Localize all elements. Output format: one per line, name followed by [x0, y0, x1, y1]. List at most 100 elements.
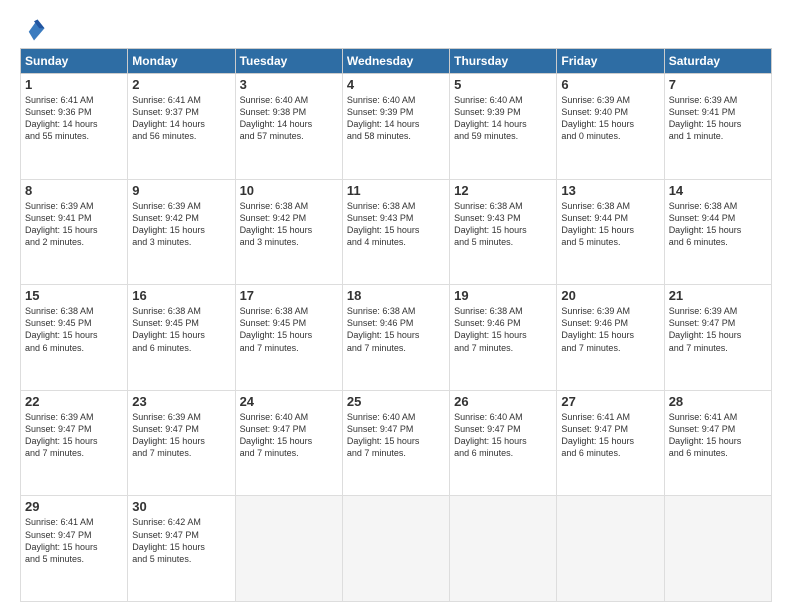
calendar-cell: 2 Sunrise: 6:41 AMSunset: 9:37 PMDaylight…: [128, 74, 235, 180]
calendar-table: SundayMondayTuesdayWednesdayThursdayFrid…: [20, 48, 772, 602]
day-number: 18: [347, 288, 445, 303]
cell-info: Sunrise: 6:38 AMSunset: 9:44 PMDaylight:…: [669, 200, 767, 249]
day-number: 14: [669, 183, 767, 198]
day-number: 5: [454, 77, 552, 92]
calendar-cell: 9 Sunrise: 6:39 AMSunset: 9:42 PMDaylight…: [128, 179, 235, 285]
calendar-header-monday: Monday: [128, 49, 235, 74]
day-number: 2: [132, 77, 230, 92]
calendar-cell: 11Sunrise: 6:38 AMSunset: 9:43 PMDayligh…: [342, 179, 449, 285]
cell-info: Sunrise: 6:38 AMSunset: 9:45 PMDaylight:…: [240, 305, 338, 354]
cell-info: Sunrise: 6:39 AMSunset: 9:47 PMDaylight:…: [132, 411, 230, 460]
calendar-cell: 12 Sunrise: 6:38 AMSunset: 9:43 PMDayligh…: [450, 179, 557, 285]
cell-info: Sunrise: 6:40 AMSunset: 9:39 PMDaylight:…: [347, 94, 445, 143]
day-number: 7: [669, 77, 767, 92]
cell-info: Sunrise: 6:40 AMSunset: 9:38 PMDaylight:…: [240, 94, 338, 143]
calendar-cell: 6 Sunrise: 6:39 AMSunset: 9:40 PMDaylight…: [557, 74, 664, 180]
calendar-header-tuesday: Tuesday: [235, 49, 342, 74]
day-number: 9: [132, 183, 230, 198]
calendar-cell: 27Sunrise: 6:41 AMSunset: 9:47 PMDayligh…: [557, 390, 664, 496]
calendar-week-4: 22 Sunrise: 6:39 AMSunset: 9:47 PMDayligh…: [21, 390, 772, 496]
cell-info: Sunrise: 6:38 AMSunset: 9:45 PMDaylight:…: [132, 305, 230, 354]
day-number: 15: [25, 288, 123, 303]
calendar-cell: [664, 496, 771, 602]
calendar-cell: 7Sunrise: 6:39 AMSunset: 9:41 PMDaylight…: [664, 74, 771, 180]
day-number: 3: [240, 77, 338, 92]
cell-info: Sunrise: 6:38 AMSunset: 9:43 PMDaylight:…: [454, 200, 552, 249]
day-number: 29: [25, 499, 123, 514]
day-number: 21: [669, 288, 767, 303]
calendar-cell: 16 Sunrise: 6:38 AMSunset: 9:45 PMDayligh…: [128, 285, 235, 391]
calendar-cell: 13 Sunrise: 6:38 AMSunset: 9:44 PMDayligh…: [557, 179, 664, 285]
day-number: 27: [561, 394, 659, 409]
cell-info: Sunrise: 6:41 AMSunset: 9:36 PMDaylight:…: [25, 94, 123, 143]
calendar-cell: 25 Sunrise: 6:40 AMSunset: 9:47 PMDayligh…: [342, 390, 449, 496]
day-number: 25: [347, 394, 445, 409]
calendar-cell: 8Sunrise: 6:39 AMSunset: 9:41 PMDaylight…: [21, 179, 128, 285]
day-number: 13: [561, 183, 659, 198]
day-number: 12: [454, 183, 552, 198]
calendar-cell: 23 Sunrise: 6:39 AMSunset: 9:47 PMDayligh…: [128, 390, 235, 496]
day-number: 26: [454, 394, 552, 409]
calendar-cell: [557, 496, 664, 602]
day-number: 24: [240, 394, 338, 409]
calendar-cell: 1Sunrise: 6:41 AMSunset: 9:36 PMDaylight…: [21, 74, 128, 180]
cell-info: Sunrise: 6:38 AMSunset: 9:42 PMDaylight:…: [240, 200, 338, 249]
calendar-cell: 5 Sunrise: 6:40 AMSunset: 9:39 PMDaylight…: [450, 74, 557, 180]
calendar-header-thursday: Thursday: [450, 49, 557, 74]
day-number: 11: [347, 183, 445, 198]
cell-info: Sunrise: 6:39 AMSunset: 9:41 PMDaylight:…: [25, 200, 123, 249]
cell-info: Sunrise: 6:41 AMSunset: 9:37 PMDaylight:…: [132, 94, 230, 143]
calendar-week-2: 8Sunrise: 6:39 AMSunset: 9:41 PMDaylight…: [21, 179, 772, 285]
cell-info: Sunrise: 6:40 AMSunset: 9:39 PMDaylight:…: [454, 94, 552, 143]
page: SundayMondayTuesdayWednesdayThursdayFrid…: [0, 0, 792, 612]
calendar-cell: 21 Sunrise: 6:39 AMSunset: 9:47 PMDayligh…: [664, 285, 771, 391]
calendar-header-sunday: Sunday: [21, 49, 128, 74]
header: [20, 16, 772, 44]
calendar-cell: 18Sunrise: 6:38 AMSunset: 9:46 PMDayligh…: [342, 285, 449, 391]
calendar-cell: 22 Sunrise: 6:39 AMSunset: 9:47 PMDayligh…: [21, 390, 128, 496]
calendar-cell: 3 Sunrise: 6:40 AMSunset: 9:38 PMDaylight…: [235, 74, 342, 180]
cell-info: Sunrise: 6:41 AMSunset: 9:47 PMDaylight:…: [25, 516, 123, 565]
calendar-cell: 14 Sunrise: 6:38 AMSunset: 9:44 PMDayligh…: [664, 179, 771, 285]
calendar-cell: [235, 496, 342, 602]
cell-info: Sunrise: 6:39 AMSunset: 9:47 PMDaylight:…: [25, 411, 123, 460]
calendar-cell: 29 Sunrise: 6:41 AMSunset: 9:47 PMDayligh…: [21, 496, 128, 602]
calendar-week-3: 15 Sunrise: 6:38 AMSunset: 9:45 PMDayligh…: [21, 285, 772, 391]
day-number: 6: [561, 77, 659, 92]
cell-info: Sunrise: 6:39 AMSunset: 9:40 PMDaylight:…: [561, 94, 659, 143]
day-number: 20: [561, 288, 659, 303]
calendar-header-wednesday: Wednesday: [342, 49, 449, 74]
calendar-cell: 10 Sunrise: 6:38 AMSunset: 9:42 PMDayligh…: [235, 179, 342, 285]
cell-info: Sunrise: 6:40 AMSunset: 9:47 PMDaylight:…: [347, 411, 445, 460]
calendar-cell: [342, 496, 449, 602]
calendar-cell: 26 Sunrise: 6:40 AMSunset: 9:47 PMDayligh…: [450, 390, 557, 496]
calendar-header-saturday: Saturday: [664, 49, 771, 74]
calendar-cell: 17 Sunrise: 6:38 AMSunset: 9:45 PMDayligh…: [235, 285, 342, 391]
calendar-week-5: 29 Sunrise: 6:41 AMSunset: 9:47 PMDayligh…: [21, 496, 772, 602]
logo: [20, 16, 52, 44]
calendar-week-1: 1Sunrise: 6:41 AMSunset: 9:36 PMDaylight…: [21, 74, 772, 180]
cell-info: Sunrise: 6:42 AMSunset: 9:47 PMDaylight:…: [132, 516, 230, 565]
calendar-header-friday: Friday: [557, 49, 664, 74]
day-number: 17: [240, 288, 338, 303]
calendar-cell: 15 Sunrise: 6:38 AMSunset: 9:45 PMDayligh…: [21, 285, 128, 391]
cell-info: Sunrise: 6:38 AMSunset: 9:45 PMDaylight:…: [25, 305, 123, 354]
cell-info: Sunrise: 6:40 AMSunset: 9:47 PMDaylight:…: [454, 411, 552, 460]
cell-info: Sunrise: 6:39 AMSunset: 9:42 PMDaylight:…: [132, 200, 230, 249]
cell-info: Sunrise: 6:39 AMSunset: 9:47 PMDaylight:…: [669, 305, 767, 354]
day-number: 23: [132, 394, 230, 409]
logo-icon: [20, 16, 48, 44]
calendar-cell: 4Sunrise: 6:40 AMSunset: 9:39 PMDaylight…: [342, 74, 449, 180]
day-number: 16: [132, 288, 230, 303]
day-number: 10: [240, 183, 338, 198]
cell-info: Sunrise: 6:41 AMSunset: 9:47 PMDaylight:…: [669, 411, 767, 460]
calendar-cell: 28Sunrise: 6:41 AMSunset: 9:47 PMDayligh…: [664, 390, 771, 496]
day-number: 19: [454, 288, 552, 303]
cell-info: Sunrise: 6:38 AMSunset: 9:44 PMDaylight:…: [561, 200, 659, 249]
calendar-cell: 30Sunrise: 6:42 AMSunset: 9:47 PMDayligh…: [128, 496, 235, 602]
day-number: 22: [25, 394, 123, 409]
cell-info: Sunrise: 6:40 AMSunset: 9:47 PMDaylight:…: [240, 411, 338, 460]
calendar-cell: 19 Sunrise: 6:38 AMSunset: 9:46 PMDayligh…: [450, 285, 557, 391]
calendar-header-row: SundayMondayTuesdayWednesdayThursdayFrid…: [21, 49, 772, 74]
cell-info: Sunrise: 6:38 AMSunset: 9:46 PMDaylight:…: [454, 305, 552, 354]
